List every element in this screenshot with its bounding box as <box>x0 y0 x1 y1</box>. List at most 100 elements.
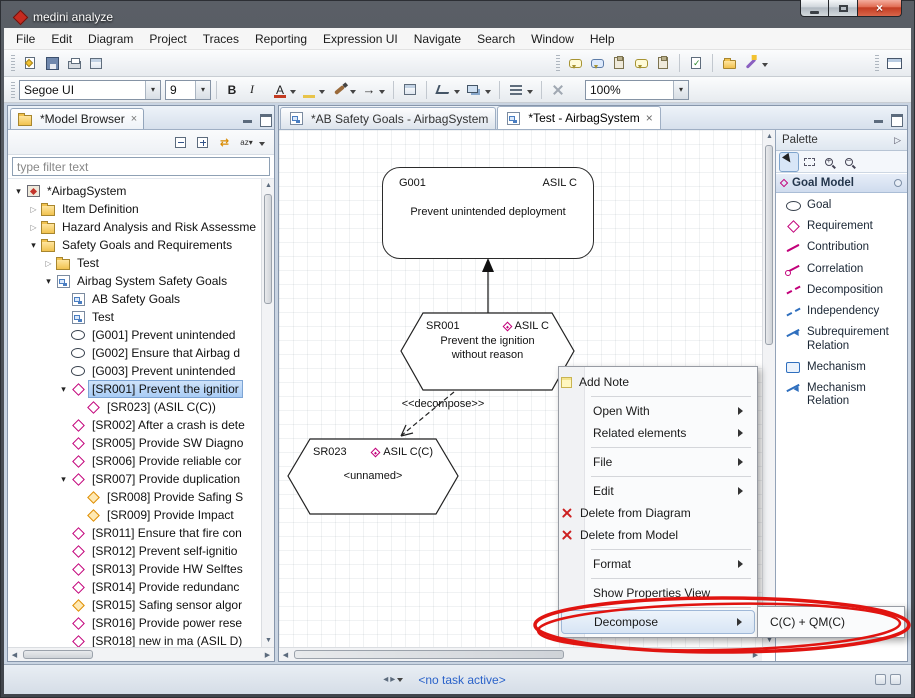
font-size-combo[interactable]: 9 ▾ <box>165 80 211 100</box>
tree-item[interactable]: [G003] Prevent unintended <box>8 362 261 380</box>
goal-node-G001[interactable]: G001 ASIL C Prevent unintended deploymen… <box>382 167 594 259</box>
tree-item[interactable]: [SR011] Ensure that fire con <box>8 524 261 542</box>
scroll-thumb[interactable] <box>294 650 564 659</box>
palette-drawer-goal-model[interactable]: Goal Model <box>776 173 907 193</box>
palette-item[interactable]: Independency <box>776 301 907 322</box>
menu-item[interactable]: File <box>8 29 43 49</box>
heap-icon[interactable] <box>890 674 901 685</box>
zoom-in-button[interactable]: + <box>820 153 838 171</box>
view-maximize-button[interactable] <box>258 113 272 125</box>
select-tool-button[interactable] <box>780 153 798 171</box>
tree-item[interactable]: [SR008] Provide Safing S <box>8 488 261 506</box>
nav-forward-icon[interactable]: ▸ <box>390 674 395 685</box>
context-menu-item[interactable]: Decompose <box>562 611 754 633</box>
menu-item[interactable]: Navigate <box>406 29 469 49</box>
palette-item[interactable]: Correlation <box>776 259 907 280</box>
fill-color-button[interactable] <box>299 80 319 100</box>
context-menu-item[interactable]: Format <box>561 553 755 575</box>
dropdown-arrow-icon[interactable] <box>350 90 356 97</box>
save-button[interactable] <box>41 52 63 74</box>
link-with-editor-button[interactable]: ⇄ <box>215 133 234 152</box>
menu-item[interactable]: Edit <box>43 29 80 49</box>
tree-item[interactable]: [SR014] Provide redundanc <box>8 578 261 596</box>
tree-item[interactable]: [SR016] Provide power rese <box>8 614 261 632</box>
checklist-button[interactable] <box>685 52 707 74</box>
tree-item[interactable]: Airbag System Safety Goals <box>8 272 261 290</box>
marquee-tool-button[interactable] <box>800 153 818 171</box>
tree-expander-icon[interactable] <box>57 474 70 485</box>
review-button[interactable] <box>608 52 630 74</box>
line-color-button[interactable] <box>328 79 350 101</box>
tree-item[interactable]: Test <box>8 254 261 272</box>
scroll-up-icon[interactable]: ▲ <box>763 130 776 143</box>
tree-item[interactable]: Test <box>8 308 261 326</box>
expand-all-button[interactable] <box>193 133 212 152</box>
submenu-item[interactable]: C(C) + QM(C) <box>760 611 902 633</box>
quick-fix-button[interactable] <box>740 52 762 74</box>
context-menu-item[interactable]: Delete from Model <box>561 524 755 546</box>
tree-item[interactable]: [SR012] Prevent self-ignitio <box>8 542 261 560</box>
open-perspective-button[interactable] <box>883 52 905 74</box>
editor-minimize-button[interactable] <box>872 113 886 125</box>
menu-item[interactable]: Diagram <box>80 29 141 49</box>
menu-item[interactable]: Traces <box>195 29 247 49</box>
model-browser-tab[interactable]: *Model Browser × <box>10 108 144 129</box>
scroll-down-icon[interactable]: ▼ <box>262 634 275 647</box>
editor-tab[interactable]: *AB Safety Goals - AirbagSystem × <box>280 107 496 129</box>
zoom-out-button[interactable]: − <box>840 153 858 171</box>
tree-expander-icon[interactable] <box>42 258 55 268</box>
menu-item[interactable]: Expression UI <box>315 29 406 49</box>
dropdown-arrow-icon[interactable] <box>319 90 325 97</box>
view-minimize-button[interactable] <box>241 113 255 125</box>
tree-item[interactable]: Hazard Analysis and Risk Assessme <box>8 218 261 236</box>
editor-tab[interactable]: *Test - AirbagSystem × <box>497 106 660 129</box>
palette-item[interactable]: Goal <box>776 195 907 216</box>
tree-item[interactable]: [SR001] Prevent the ignitior <box>8 380 261 398</box>
context-menu-item[interactable]: File <box>561 451 755 473</box>
palette-item[interactable]: Mechanism Relation <box>776 378 907 412</box>
filter-input[interactable] <box>12 157 270 176</box>
scroll-thumb[interactable] <box>264 194 272 304</box>
tab-close-icon[interactable]: × <box>646 111 653 125</box>
tree-item[interactable]: [G001] Prevent unintended <box>8 326 261 344</box>
new-comment-button[interactable] <box>564 52 586 74</box>
tree-item[interactable]: [SR023] (ASIL C(C)) <box>8 398 261 416</box>
scroll-left-icon[interactable]: ◀ <box>8 648 21 661</box>
tree-item[interactable]: [SR002] After a crash is dete <box>8 416 261 434</box>
scroll-right-icon[interactable]: ▶ <box>261 648 274 661</box>
combo-dropdown-icon[interactable]: ▾ <box>195 81 210 99</box>
progress-icon[interactable] <box>875 674 886 685</box>
dropdown-arrow-icon[interactable] <box>379 90 385 97</box>
tree-item[interactable]: *AirbagSystem <box>8 182 261 200</box>
tree-item[interactable]: [SR006] Provide reliable cor <box>8 452 261 470</box>
print-button[interactable] <box>63 52 85 74</box>
tree-item[interactable]: AB Safety Goals <box>8 290 261 308</box>
menu-item[interactable]: Search <box>469 29 523 49</box>
palette-collapse-icon[interactable]: ▷ <box>894 135 901 146</box>
drawer-pin-icon[interactable] <box>894 179 902 187</box>
tree-item[interactable]: [SR013] Provide HW Selftes <box>8 560 261 578</box>
minimize-button[interactable] <box>800 0 829 17</box>
layers-button[interactable] <box>463 79 485 101</box>
export-button[interactable] <box>85 52 107 74</box>
tree-expander-icon[interactable] <box>12 186 25 197</box>
palette-item[interactable]: Contribution <box>776 237 907 258</box>
tree-item[interactable]: [SR009] Provide Impact <box>8 506 261 524</box>
nav-dropdown-icon[interactable] <box>397 678 403 685</box>
scroll-right-icon[interactable]: ▶ <box>749 648 762 661</box>
menu-item[interactable]: Window <box>523 29 582 49</box>
palette-item[interactable]: Subrequirement Relation <box>776 322 907 356</box>
tree-item[interactable]: [SR005] Provide SW Diagno <box>8 434 261 452</box>
tree-item[interactable]: [G002] Ensure that Airbag d <box>8 344 261 362</box>
tree-item[interactable]: [SR007] Provide duplication <box>8 470 261 488</box>
canvas-vertical-scrollbar[interactable]: ▲ ▼ <box>762 130 775 647</box>
menu-item[interactable]: Reporting <box>247 29 315 49</box>
zoom-combo[interactable]: 100% ▾ <box>585 80 689 100</box>
dropdown-arrow-icon[interactable] <box>290 90 296 97</box>
tree-expander-icon[interactable] <box>57 384 70 395</box>
menu-item[interactable]: Project <box>141 29 194 49</box>
palette-item[interactable]: Mechanism <box>776 357 907 378</box>
italic-button[interactable]: I <box>242 80 262 100</box>
line-style-button[interactable]: → <box>359 80 379 100</box>
review-list-button[interactable] <box>652 52 674 74</box>
